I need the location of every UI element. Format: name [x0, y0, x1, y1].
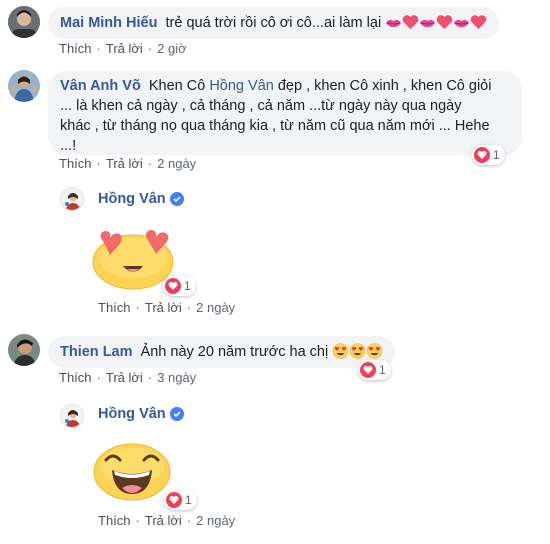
reaction-badge[interactable]: 1	[472, 145, 505, 165]
avatar[interactable]	[60, 187, 84, 211]
like-link[interactable]: Thích	[98, 513, 131, 528]
comment-time[interactable]: 3 ngày	[157, 370, 196, 385]
avatar[interactable]	[8, 334, 40, 366]
verified-badge-icon	[169, 192, 184, 206]
comment-bubble: Vân Anh Võ Khen Cô Hồng Vân đẹp , khen C…	[48, 71, 522, 155]
reply-author-name[interactable]: Hồng Vân	[98, 191, 166, 207]
comment-bubble: Mai Minh Hiếu trẻ quá trời rồi cô ơi cô.…	[48, 7, 500, 39]
kiss-icon	[454, 19, 470, 28]
reaction-count: 1	[185, 493, 192, 507]
comment-time[interactable]: 2 ngày	[196, 300, 235, 315]
reaction-count: 1	[379, 363, 386, 377]
reply-author-name[interactable]: Hồng Vân	[98, 406, 166, 422]
reaction-badge[interactable]: 1	[163, 276, 196, 296]
reply-link[interactable]: Trả lời	[106, 370, 143, 385]
comment-actions: Thích · Trả lời · 2 giờ	[59, 41, 187, 56]
like-link[interactable]: Thích	[59, 156, 92, 171]
comment-text: Khen Cô	[148, 78, 206, 94]
heart-icon	[470, 15, 487, 29]
like-link[interactable]: Thích	[59, 41, 92, 56]
reaction-count: 1	[493, 148, 500, 162]
kiss-icon	[420, 19, 436, 28]
heart-icon	[402, 15, 419, 29]
heart-eyes-icon	[349, 343, 366, 359]
heart-eyes-icon	[366, 343, 383, 359]
heart-eyes-icon	[332, 343, 349, 359]
emoji-row	[332, 343, 383, 360]
separator: ·	[147, 370, 153, 385]
separator: ·	[186, 513, 192, 528]
reply-author[interactable]: Hồng Vân	[98, 191, 184, 207]
avatar[interactable]	[8, 6, 40, 38]
mention-link[interactable]: Hồng Vân	[209, 78, 274, 94]
comment-text: ... là khen cả ngày , cả tháng , cả năm …	[60, 98, 462, 114]
like-link[interactable]: Thích	[98, 300, 131, 315]
reaction-badge[interactable]: 1	[358, 360, 391, 380]
reply-link[interactable]: Trả lời	[145, 513, 182, 528]
separator: ·	[147, 41, 153, 56]
comment-bubble: Thien Lam Ảnh này 20 năm trước ha chị	[48, 336, 396, 368]
comment-text: Ảnh này 20 năm trước ha chị	[140, 344, 329, 360]
comment-time[interactable]: 2 ngày	[157, 156, 196, 171]
kiss-icon	[386, 19, 402, 28]
comment-author[interactable]: Mai Minh Hiếu	[60, 15, 157, 31]
laughing-sticker	[90, 434, 175, 504]
comment-actions: Thích · Trả lời · 3 ngày	[59, 370, 196, 385]
reply-link[interactable]: Trả lời	[106, 41, 143, 56]
separator: ·	[135, 513, 140, 528]
comment-text: khác , từ tháng nọ qua tháng kia , từ nă…	[60, 118, 490, 134]
comment-actions: Thích · Trả lời · 2 ngày	[98, 300, 235, 315]
separator: ·	[147, 156, 153, 171]
separator: ·	[186, 300, 192, 315]
comment-author[interactable]: Thien Lam	[60, 344, 133, 360]
heart-icon	[165, 278, 181, 294]
comment-text: ...!	[60, 138, 77, 154]
separator: ·	[96, 370, 101, 385]
comment-text: trẻ quá trời rồi cô ơi cô...ai làm lại	[165, 15, 382, 31]
like-link[interactable]: Thích	[59, 370, 92, 385]
separator: ·	[135, 300, 140, 315]
heart-icon	[360, 362, 376, 378]
separator: ·	[96, 156, 101, 171]
comment-time[interactable]: 2 ngày	[196, 513, 235, 528]
verified-badge-icon	[169, 407, 184, 421]
comment-time[interactable]: 2 giờ	[157, 41, 187, 56]
emoji-row	[385, 15, 487, 31]
comment-text: đẹp , khen Cô xinh , khen Cô giỏi	[277, 78, 492, 94]
heart-icon	[474, 147, 490, 163]
reply-author[interactable]: Hồng Vân	[98, 406, 184, 422]
separator: ·	[96, 41, 101, 56]
reaction-badge[interactable]: 1	[164, 490, 197, 510]
comment-actions: Thích · Trả lời · 2 ngày	[98, 513, 235, 528]
reply-link[interactable]: Trả lời	[145, 300, 182, 315]
comment-actions: Thích · Trả lời · 2 ngày	[59, 156, 196, 171]
avatar[interactable]	[8, 70, 40, 102]
reaction-count: 1	[184, 279, 191, 293]
reply-link[interactable]: Trả lời	[106, 156, 143, 171]
comment-author[interactable]: Vân Anh Võ	[60, 78, 141, 94]
heart-icon	[166, 492, 182, 508]
heart-icon	[436, 15, 453, 29]
avatar[interactable]	[60, 404, 84, 428]
